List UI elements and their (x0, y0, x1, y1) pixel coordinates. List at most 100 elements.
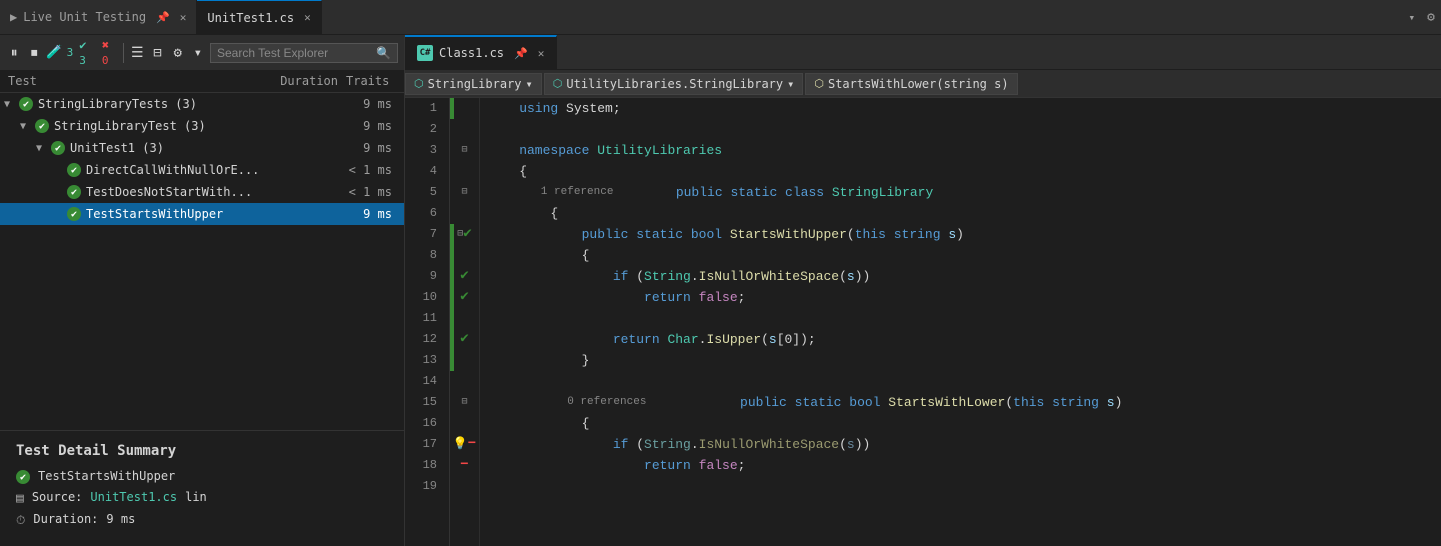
code-token: ( (839, 434, 847, 455)
class-dropdown-icon: ⬡ (414, 77, 424, 90)
class-dropdown[interactable]: ⬡ StringLibrary ▾ (405, 73, 542, 95)
dropdown-btn[interactable]: ▾ (190, 41, 206, 65)
collapse-btn[interactable]: ⊟ (149, 41, 165, 65)
tab-live-unit-testing[interactable]: ▶ Live Unit Testing 📌 ✕ (0, 0, 197, 34)
line-number: 13 (405, 350, 437, 371)
live-unit-icon: ▶ (10, 10, 17, 24)
detail-source-label: Source: (32, 490, 83, 504)
gutter-line (450, 350, 479, 371)
code-line: return Char.IsUpper(s[0]); (488, 329, 1441, 350)
stop-btn[interactable]: ⏹ (26, 41, 42, 65)
green-bar (450, 245, 454, 266)
line-number: 3 (405, 140, 437, 161)
code-token: String (644, 266, 691, 287)
test-col-header: Test (8, 74, 256, 88)
code-line: return false; (488, 287, 1441, 308)
tab-live-unit-label: Live Unit Testing (23, 10, 146, 24)
detail-pass-icon: ✔ (16, 470, 30, 484)
line-number: 10 (405, 287, 437, 308)
tree-arrow[interactable]: ▼ (4, 99, 18, 110)
tab-overflow-btn[interactable]: ▾ (1403, 0, 1422, 34)
line-number: 17 (405, 434, 437, 455)
test-row[interactable]: ▼✔StringLibraryTest (3)9 ms (0, 115, 404, 137)
tree-arrow[interactable]: ▼ (36, 143, 50, 154)
gutter-line: ⊟✔ (450, 224, 479, 245)
tab-live-unit-pin[interactable]: 📌 (156, 11, 170, 24)
test-row[interactable]: ✔DirectCallWithNullOrE...< 1 ms (0, 159, 404, 181)
line-number: 4 (405, 161, 437, 182)
code-token: string (886, 224, 941, 245)
namespace-icon: ⬡ (553, 77, 563, 90)
pass-checkmark: ✔ (460, 329, 468, 350)
code-editor-panel: C# Class1.cs 📌 ✕ ⬡ StringLibrary ▾ ⬡ Uti… (405, 35, 1441, 546)
code-token: UtilityLibraries (597, 140, 722, 161)
line-number: 11 (405, 308, 437, 329)
gutter-line (450, 161, 479, 182)
test-row[interactable]: ▼✔StringLibraryTests (3)9 ms (0, 93, 404, 115)
code-line: { (488, 413, 1441, 434)
gutter-line (450, 476, 479, 497)
collapse-button[interactable]: ⊟ (461, 392, 467, 413)
fail-minus: − (460, 455, 468, 476)
test-row[interactable]: ✔TestStartsWithUpper9 ms (0, 203, 404, 225)
code-line: { (488, 245, 1441, 266)
collapse-button[interactable]: ⊟ (461, 182, 467, 203)
code-token: false (691, 455, 738, 476)
lightbulb-icon[interactable]: 💡 (453, 434, 468, 455)
editor-tab-pin[interactable]: 📌 (514, 47, 528, 60)
detail-source-link[interactable]: UnitTest1.cs (90, 490, 177, 504)
code-token: s (941, 224, 957, 245)
detail-duration-label: Duration: (33, 512, 98, 526)
code-token: static (787, 392, 842, 413)
code-token: IsUpper (706, 329, 761, 350)
code-token: . (691, 266, 699, 287)
tab-settings-btn[interactable]: ⚙ (1421, 0, 1441, 34)
green-bar (450, 224, 454, 245)
detail-test-name: TestStartsWithUpper (38, 469, 175, 483)
namespace-arrow[interactable]: ▾ (787, 77, 794, 91)
code-token: { (488, 161, 527, 182)
run-pause-btn[interactable]: ⏸ (6, 41, 22, 65)
test-duration: 9 ms (314, 119, 404, 133)
tab-live-unit-close[interactable]: ✕ (180, 11, 187, 24)
namespace-dropdown[interactable]: ⬡ UtilityLibraries.StringLibrary ▾ (544, 73, 804, 95)
method-icon: ⬡ (814, 77, 824, 90)
code-token: false (691, 287, 738, 308)
code-token: IsNullOrWhiteSpace (699, 266, 839, 287)
code-token: if (488, 434, 628, 455)
gutter-line (450, 119, 479, 140)
tree-arrow[interactable]: ▼ (20, 121, 34, 132)
flask-btn[interactable]: 🧪 (46, 41, 62, 65)
method-dropdown[interactable]: ⬡ StartsWithLower(string s) (805, 73, 1017, 95)
code-token: public (488, 224, 628, 245)
group-btn[interactable]: ☰ (129, 41, 145, 65)
test-duration: 9 ms (314, 141, 404, 155)
tab-unittest-close[interactable]: ✕ (304, 11, 311, 24)
pass-count: 3 (67, 46, 74, 59)
code-token: StartsWithLower (881, 392, 1006, 413)
test-header: Test Duration Traits (0, 70, 404, 93)
editor-tab-class1[interactable]: C# Class1.cs 📌 ✕ (405, 35, 557, 69)
code-token: this (855, 224, 886, 245)
pass-checkmark: ✔ 3 (79, 38, 94, 68)
settings-btn[interactable]: ⚙ (170, 41, 186, 65)
code-token: Char (660, 329, 699, 350)
test-row[interactable]: ▼✔UnitTest1 (3)9 ms (0, 137, 404, 159)
editor-tab-close[interactable]: ✕ (538, 47, 545, 60)
line-number: 12 (405, 329, 437, 350)
line-number: 8 (405, 245, 437, 266)
tab-unittest[interactable]: UnitTest1.cs ✕ (197, 0, 321, 34)
class-dropdown-arrow[interactable]: ▾ (526, 77, 533, 91)
code-token: )) (855, 266, 871, 287)
code-token: public (646, 392, 786, 413)
detail-title: Test Detail Summary (16, 443, 388, 459)
detail-source-row: ▤ Source: UnitTest1.cs lin (16, 490, 388, 506)
pass-checkmark: ✔ (460, 266, 468, 287)
code-token: namespace (488, 140, 589, 161)
code-token (589, 140, 597, 161)
collapse-button[interactable]: ⊟ (461, 140, 467, 161)
search-input[interactable] (217, 46, 372, 60)
gutter-line: − (450, 455, 479, 476)
search-box[interactable]: 🔍 (210, 43, 398, 63)
test-row[interactable]: ✔TestDoesNotStartWith...< 1 ms (0, 181, 404, 203)
